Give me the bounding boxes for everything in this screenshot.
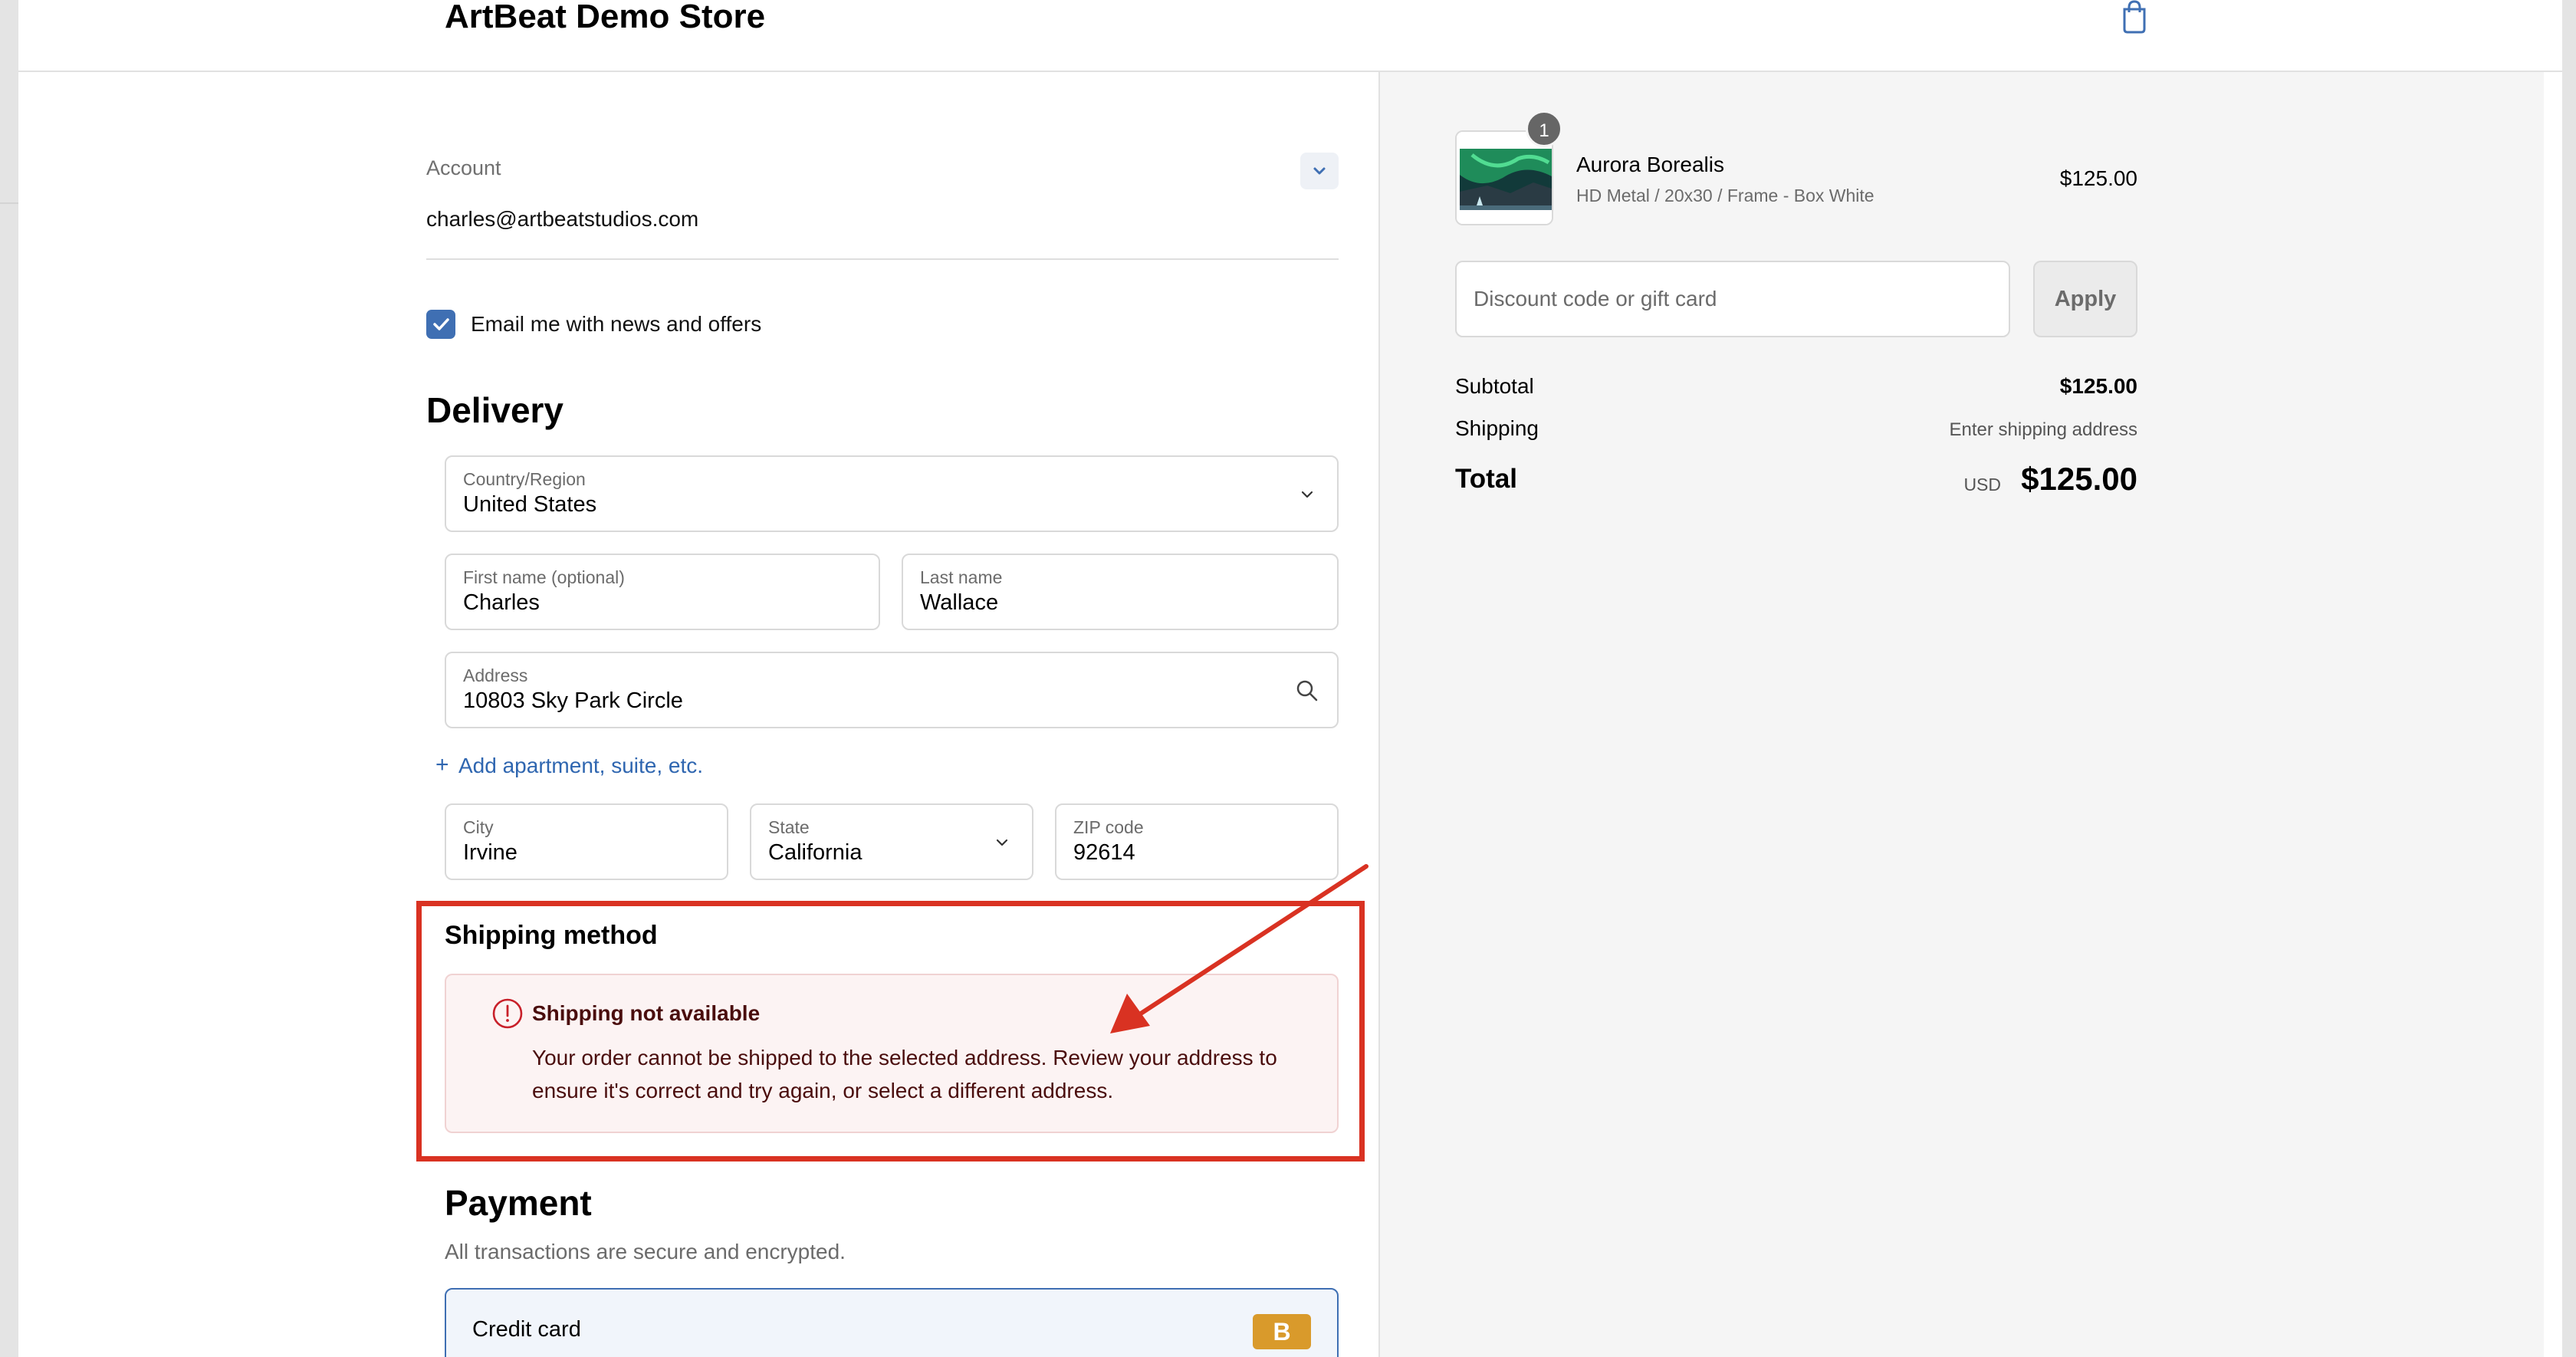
country-select[interactable]: Country/Region United States (445, 455, 1339, 532)
total-value: $125.00 (2021, 461, 2137, 497)
state-label: State (768, 817, 810, 837)
first-name-field[interactable]: First name (optional) Charles (445, 554, 880, 630)
divider (426, 258, 1339, 260)
item-name: Aurora Borealis (1576, 153, 1724, 176)
subtotal-label: Subtotal (1455, 374, 1534, 398)
chevron-down-icon (996, 839, 1008, 846)
city-field[interactable]: City Irvine (445, 803, 728, 880)
item-quantity-badge: 1 (1526, 110, 1562, 147)
item-price: $125.00 (2059, 166, 2137, 190)
subtotal-row: Subtotal $125.00 (1455, 374, 2137, 399)
state-select[interactable]: State California (750, 803, 1033, 880)
apply-discount-button[interactable]: Apply (2033, 261, 2137, 337)
first-name-label: First name (optional) (463, 567, 625, 587)
shipping-label: Shipping (1455, 416, 1539, 440)
checkmark-icon (433, 318, 449, 330)
store-header: ArtBeat Demo Store (18, 0, 2562, 72)
discount-code-input[interactable] (1474, 284, 1995, 314)
card-brand-badge: B (1253, 1314, 1311, 1349)
marketing-opt-in-checkbox[interactable] (426, 310, 455, 339)
total-row: Total USD $125.00 (1455, 461, 2137, 497)
payment-heading: Payment (445, 1183, 592, 1223)
last-name-field[interactable]: Last name Wallace (902, 554, 1339, 630)
state-value: California (768, 840, 863, 865)
marketing-opt-in-label[interactable]: Email me with news and offers (471, 312, 761, 337)
first-name-value: Charles (463, 590, 540, 615)
window-left-shade (0, 0, 18, 1357)
account-toggle-button[interactable] (1300, 153, 1339, 189)
chevron-down-icon (1301, 491, 1313, 498)
payment-subtitle: All transactions are secure and encrypte… (445, 1240, 846, 1263)
window-right-shade (2562, 0, 2576, 1357)
total-label: Total (1455, 464, 1518, 494)
annotation-arrow (1110, 864, 1368, 1033)
country-label: Country/Region (463, 469, 586, 489)
city-value: Irvine (463, 840, 518, 865)
chevron-down-icon (1313, 167, 1326, 175)
account-email: charles@artbeatstudios.com (426, 207, 699, 231)
delivery-heading: Delivery (426, 390, 564, 430)
country-value: United States (463, 492, 597, 517)
subtotal-value: $125.00 (2059, 374, 2137, 398)
plus-icon: + (435, 752, 449, 777)
discount-code-field[interactable] (1455, 261, 2010, 337)
address-label: Address (463, 665, 528, 685)
shipping-value: Enter shipping address (1949, 419, 2137, 440)
credit-card-option[interactable]: Credit card B (445, 1288, 1339, 1357)
store-name[interactable]: ArtBeat Demo Store (445, 0, 765, 40)
address-field[interactable]: Address 10803 Sky Park Circle (445, 652, 1339, 728)
add-apartment-label: Add apartment, suite, etc. (458, 754, 704, 777)
credit-card-label: Credit card (472, 1317, 581, 1342)
zip-label: ZIP code (1073, 817, 1144, 837)
shipping-row: Shipping Enter shipping address (1455, 416, 2137, 441)
add-apartment-link[interactable]: + Add apartment, suite, etc. (435, 752, 704, 778)
total-currency: USD (1963, 475, 2001, 495)
search-icon[interactable] (1294, 678, 1320, 704)
account-label: Account (426, 156, 501, 179)
city-label: City (463, 817, 494, 837)
shopping-bag-icon[interactable] (2121, 0, 2148, 34)
item-variant: HD Metal / 20x30 / Frame - Box White (1576, 186, 1875, 205)
last-name-label: Last name (920, 567, 1003, 587)
address-value: 10803 Sky Park Circle (463, 688, 683, 713)
last-name-value: Wallace (920, 590, 999, 615)
